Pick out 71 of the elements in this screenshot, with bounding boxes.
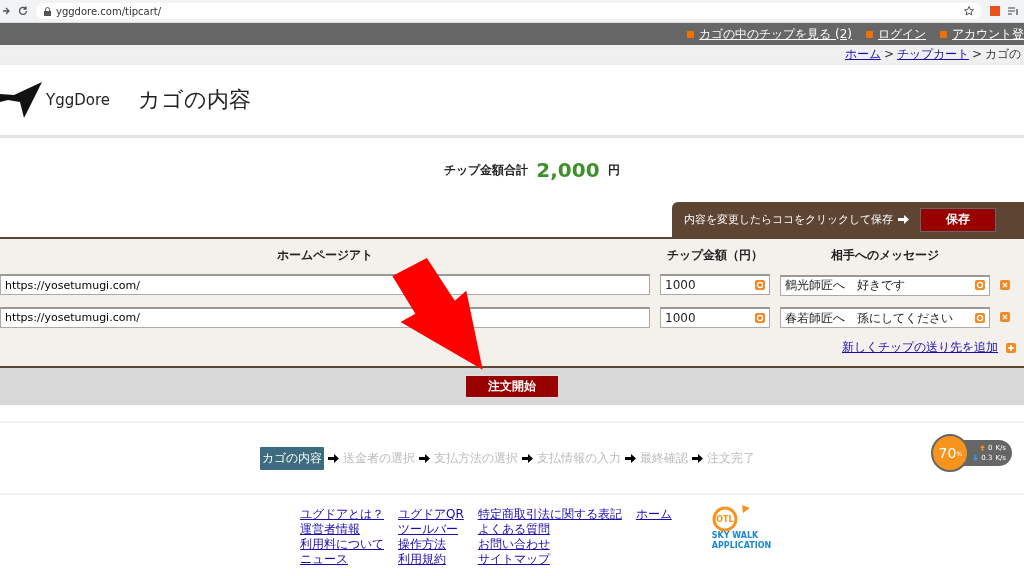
address-field[interactable]: https://yosetumugi.com/ bbox=[0, 274, 650, 296]
address-bar[interactable]: yggdore.com/tipcart/ bbox=[36, 3, 982, 19]
circle-icon[interactable] bbox=[755, 312, 765, 323]
delete-icon[interactable] bbox=[1000, 279, 1010, 290]
arrow-icon bbox=[418, 453, 430, 463]
circle-icon[interactable] bbox=[975, 312, 985, 323]
breadcrumb-separator: > bbox=[883, 47, 894, 61]
order-button[interactable]: 注文開始 bbox=[465, 375, 559, 398]
nav-link[interactable]: ログイン bbox=[866, 25, 926, 43]
arrow-icon bbox=[624, 453, 636, 463]
circle-icon[interactable] bbox=[975, 280, 985, 290]
step-label: 支払情報の入力 bbox=[536, 449, 621, 467]
breadcrumb-link[interactable]: ホーム bbox=[844, 45, 881, 63]
message-field[interactable]: 春若師匠へ 孫にしてください bbox=[780, 307, 990, 328]
url-text: yggdore.com/tipcart/ bbox=[56, 5, 162, 17]
down-arrow-icon bbox=[973, 455, 979, 461]
save-hint: 内容を変更したらココをクリックして保存 bbox=[684, 212, 893, 227]
step-label: 注文完了 bbox=[706, 449, 755, 467]
column-header: チップ金額（円） bbox=[666, 247, 764, 263]
page-title: カゴの内容 bbox=[138, 86, 251, 114]
footer-link[interactable]: サイトマップ bbox=[477, 552, 622, 566]
address-field[interactable]: https://yosetumugi.com/ bbox=[0, 306, 650, 328]
breadcrumb-current: カゴの bbox=[985, 45, 1021, 63]
column-header: 相手へのメッセージ bbox=[830, 247, 940, 263]
partner-logo-text: SKY WALK bbox=[711, 531, 759, 541]
footer-link[interactable]: ユグドアQR bbox=[398, 507, 464, 521]
total-label: チップ金額合計 bbox=[444, 161, 529, 179]
footer-link[interactable]: お問い合わせ bbox=[477, 537, 622, 551]
arrow-icon bbox=[327, 453, 339, 463]
step-label: 送金者の選択 bbox=[342, 449, 415, 467]
arrow-icon bbox=[898, 215, 909, 224]
step-label: 支払方法の選択 bbox=[433, 449, 518, 467]
bird-logo-icon bbox=[0, 80, 44, 120]
footer-link[interactable]: 利用料について bbox=[300, 537, 384, 551]
footer-link[interactable]: ホーム bbox=[635, 507, 672, 521]
forward-icon[interactable] bbox=[2, 6, 10, 16]
star-icon[interactable] bbox=[964, 6, 974, 16]
total-amount: 2,000 bbox=[536, 158, 600, 182]
footer-link[interactable]: ツールバー bbox=[398, 522, 464, 536]
footer-link[interactable]: ニュース bbox=[300, 552, 384, 566]
currency-unit: 円 bbox=[607, 161, 620, 179]
breadcrumb-link[interactable]: チップカート bbox=[896, 45, 969, 63]
column-header: ホームページアト bbox=[276, 247, 374, 263]
delete-icon[interactable] bbox=[1000, 312, 1010, 323]
breadcrumb-separator: > bbox=[971, 47, 982, 61]
reload-icon[interactable] bbox=[18, 6, 28, 16]
circle-icon[interactable] bbox=[755, 280, 765, 291]
amount-field[interactable]: 1000 bbox=[660, 274, 770, 296]
lock-icon bbox=[44, 6, 51, 16]
message-field[interactable]: 鶴光師匠へ 好きです bbox=[780, 274, 990, 296]
step-label: 最終確認 bbox=[639, 449, 688, 467]
usage-percent: 70 bbox=[938, 445, 957, 461]
step-label: カゴの内容 bbox=[259, 446, 324, 470]
partner-logo-text: APPLICATION bbox=[711, 541, 772, 551]
arrow-icon bbox=[691, 453, 703, 463]
arrow-icon bbox=[521, 453, 533, 463]
footer-link[interactable]: 利用規約 bbox=[398, 552, 464, 566]
plus-icon[interactable] bbox=[1006, 342, 1016, 353]
footer-link[interactable]: ユグドアとは？ bbox=[300, 507, 384, 521]
footer-link[interactable]: 操作方法 bbox=[398, 537, 464, 551]
nav-link[interactable]: アカウント登 bbox=[940, 25, 1024, 43]
footer-link[interactable]: 運営者情報 bbox=[300, 522, 384, 536]
amount-field[interactable]: 1000 bbox=[660, 306, 770, 328]
save-button[interactable]: 保存 bbox=[920, 207, 996, 232]
footer-link[interactable]: よくある質問 bbox=[477, 522, 622, 536]
add-recipient-link[interactable]: 新しくチップの送り先を追加 bbox=[842, 339, 998, 356]
footer-link[interactable]: 特定商取引法に関する表記 bbox=[477, 507, 622, 521]
logo-text: YggDore bbox=[46, 91, 110, 109]
up-arrow-icon bbox=[979, 445, 985, 451]
nav-link[interactable]: カゴの中のチップを見る (2) bbox=[687, 25, 852, 43]
playlist-icon[interactable] bbox=[1008, 6, 1018, 16]
